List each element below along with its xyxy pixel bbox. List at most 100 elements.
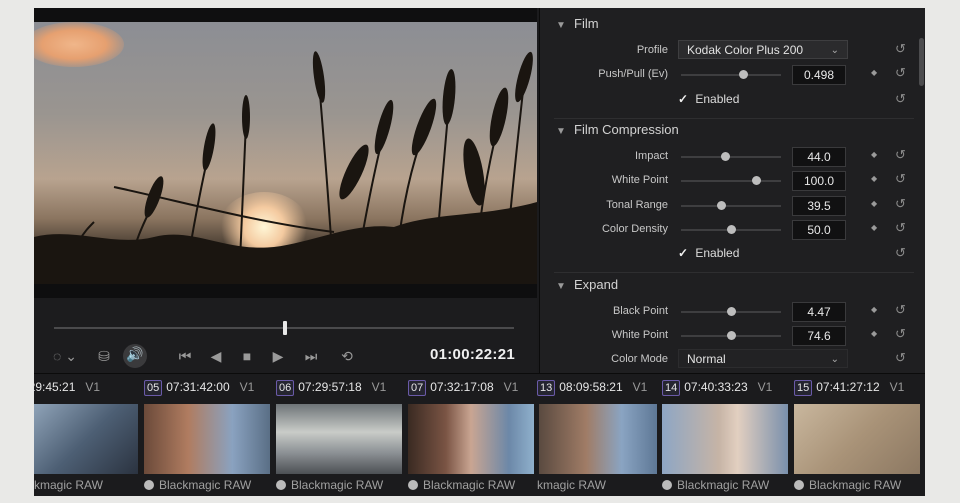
color-density-field[interactable]: 50.0: [792, 220, 846, 240]
expand-white-point-slider[interactable]: [681, 331, 781, 340]
clip-header: 14 07:40:33:23 V1: [662, 380, 772, 396]
clip-image[interactable]: [408, 404, 534, 474]
clip-number-badge: 15: [794, 380, 813, 396]
play-icon[interactable]: ▶: [270, 346, 286, 366]
video-frame[interactable]: [34, 22, 537, 284]
skip-forward-icon[interactable]: ⏭: [300, 346, 322, 366]
prev-frame-icon[interactable]: ◀: [208, 346, 224, 366]
clip-thumbnail[interactable]: 07:29:45:21 V1 kmagic RAW: [34, 374, 140, 496]
reset-icon[interactable]: ↺: [895, 245, 906, 261]
color-density-slider[interactable]: [681, 225, 781, 234]
reset-icon[interactable]: ↺: [895, 302, 906, 318]
section-title: Expand: [574, 277, 619, 292]
slider-knob[interactable]: [739, 70, 748, 79]
clip-track: V1: [632, 380, 648, 394]
stop-icon[interactable]: ■: [239, 346, 255, 366]
film-enabled-checkbox[interactable]: ✓ Enabled: [678, 92, 739, 106]
clip-image[interactable]: [34, 404, 138, 474]
clip-image[interactable]: [144, 404, 270, 474]
slider-knob[interactable]: [717, 201, 726, 210]
reset-icon[interactable]: ↺: [895, 196, 906, 212]
clip-timecode: 07:29:45:21: [34, 380, 76, 394]
slider-knob[interactable]: [721, 152, 730, 161]
expand-white-point-field[interactable]: 74.6: [792, 326, 846, 346]
marker-icon[interactable]: ◌ ⌄: [50, 346, 80, 366]
reset-icon[interactable]: ↺: [895, 147, 906, 163]
clip-header: 07 07:32:17:08 V1: [408, 380, 518, 396]
clip-track: V1: [889, 380, 905, 394]
tonal-range-slider[interactable]: [681, 201, 781, 210]
section-film-compression[interactable]: ▼ Film Compression: [556, 122, 679, 137]
keyframe-icon[interactable]: ◆: [871, 305, 877, 314]
keyframe-icon[interactable]: ◆: [871, 68, 877, 77]
section-film[interactable]: ▼ Film: [556, 16, 599, 31]
pushpull-slider[interactable]: [681, 70, 781, 79]
slider-knob[interactable]: [727, 307, 736, 316]
clip-label: Blackmagic RAW: [408, 478, 515, 492]
reset-icon[interactable]: ↺: [895, 41, 906, 57]
clip-thumbnail[interactable]: 15 07:41:27:12 V1 Blackmagic RAW: [794, 374, 925, 496]
skip-back-icon[interactable]: ⏮: [174, 346, 196, 366]
clip-image[interactable]: [662, 404, 788, 474]
chevron-down-icon: ▼: [556, 281, 566, 292]
row-tonal-range: Tonal Range 39.5 ◆ ↺: [540, 195, 920, 217]
black-point-slider[interactable]: [681, 307, 781, 316]
keyframe-icon[interactable]: ◆: [871, 199, 877, 208]
row-pushpull: Push/Pull (Ev) 0.498 ◆ ↺: [540, 64, 920, 86]
layers-icon[interactable]: ⛁: [96, 346, 112, 366]
chevron-down-icon: ⌄: [830, 354, 839, 365]
keyframe-icon[interactable]: ◆: [871, 150, 877, 159]
keyframe-icon[interactable]: ◆: [871, 329, 877, 338]
playhead-handle[interactable]: [283, 321, 287, 335]
clip-thumbnail[interactable]: 07 07:32:17:08 V1 Blackmagic RAW: [408, 374, 536, 496]
impact-slider[interactable]: [681, 152, 781, 161]
clip-image[interactable]: [276, 404, 402, 474]
slider-knob[interactable]: [727, 331, 736, 340]
loop-icon[interactable]: ⟲: [336, 346, 358, 366]
color-mode-dropdown[interactable]: Normal ⌄: [678, 349, 848, 368]
clip-number-badge: 07: [408, 380, 427, 396]
clip-timecode: 07:29:57:18: [298, 380, 362, 394]
compression-enabled-checkbox[interactable]: ✓ Enabled: [678, 246, 739, 260]
profile-dropdown[interactable]: Kodak Color Plus 200 ⌄: [678, 40, 848, 59]
black-point-field[interactable]: 4.47: [792, 302, 846, 322]
clip-thumbnail[interactable]: 05 07:31:42:00 V1 Blackmagic RAW: [144, 374, 272, 496]
reset-icon[interactable]: ↺: [895, 220, 906, 236]
clip-thumbnail[interactable]: 13 08:09:58:21 V1 kmagic RAW: [537, 374, 663, 496]
clip-timecode: 07:31:42:00: [166, 380, 230, 394]
slider-knob[interactable]: [727, 225, 736, 234]
chevron-down-icon: ▼: [556, 20, 566, 31]
reset-icon[interactable]: ↺: [895, 91, 906, 107]
profile-value: Kodak Color Plus 200: [687, 43, 804, 57]
clip-number-badge: 05: [144, 380, 163, 396]
clip-image[interactable]: [794, 404, 920, 474]
clip-image[interactable]: [539, 404, 657, 474]
pushpull-field[interactable]: 0.498: [792, 65, 846, 85]
keyframe-icon[interactable]: ◆: [871, 223, 877, 232]
volume-icon[interactable]: 🔊: [123, 344, 147, 368]
checkmark-icon: ✓: [678, 246, 689, 260]
clip-header: 07:29:45:21 V1: [34, 380, 100, 396]
clip-label: kmagic RAW: [34, 478, 103, 492]
clip-number-badge: 06: [276, 380, 295, 396]
section-title: Film Compression: [574, 122, 679, 137]
clip-track: V1: [757, 380, 773, 394]
reset-icon[interactable]: ↺: [895, 171, 906, 187]
clip-timecode: 07:40:33:23: [684, 380, 748, 394]
white-point-slider[interactable]: [681, 176, 781, 185]
row-impact: Impact 44.0 ◆ ↺: [540, 146, 920, 168]
clip-label: Blackmagic RAW: [794, 478, 901, 492]
clip-thumbnail[interactable]: 06 07:29:57:18 V1 Blackmagic RAW: [276, 374, 404, 496]
expand-white-point-label: White Point: [611, 329, 668, 341]
reset-icon[interactable]: ↺: [895, 65, 906, 81]
clip-thumbnail[interactable]: 14 07:40:33:23 V1 Blackmagic RAW: [662, 374, 790, 496]
slider-knob[interactable]: [752, 176, 761, 185]
white-point-field[interactable]: 100.0: [792, 171, 846, 191]
reset-icon[interactable]: ↺: [895, 350, 906, 366]
section-expand[interactable]: ▼ Expand: [556, 277, 618, 292]
keyframe-icon[interactable]: ◆: [871, 174, 877, 183]
reset-icon[interactable]: ↺: [895, 326, 906, 342]
pushpull-label: Push/Pull (Ev): [598, 68, 668, 80]
impact-field[interactable]: 44.0: [792, 147, 846, 167]
tonal-range-field[interactable]: 39.5: [792, 196, 846, 216]
